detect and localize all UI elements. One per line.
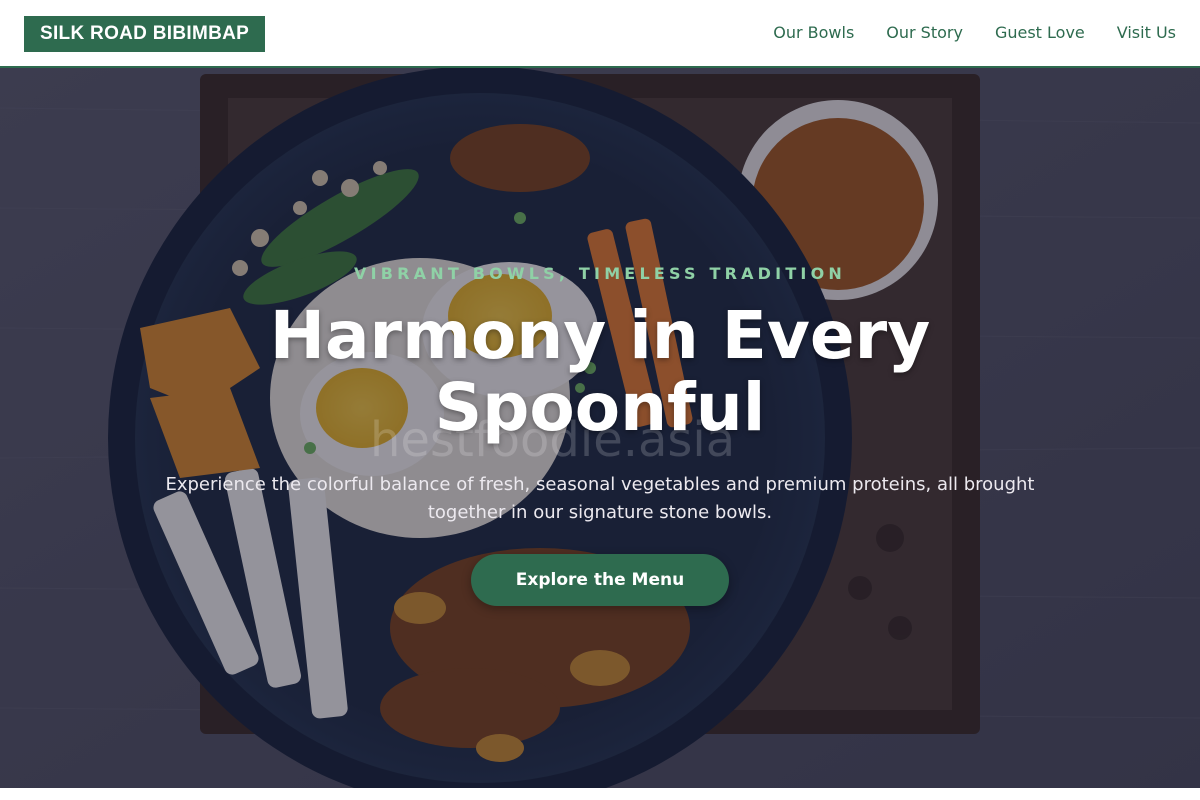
brand-logo[interactable]: SILK ROAD BIBIMBAP (24, 16, 266, 52)
main-nav: Our Bowls Our Story Guest Love Visit Us (773, 22, 1176, 44)
hero-section: hestfoodie.asia VIBRANT BOWLS, TIMELESS … (0, 68, 1200, 788)
explore-menu-button[interactable]: Explore the Menu (471, 554, 729, 606)
nav-link-our-bowls[interactable]: Our Bowls (773, 22, 854, 44)
page-bottom-edge (0, 788, 1200, 800)
hero-headline: Harmony in Every Spoonful (269, 297, 931, 446)
hero-eyebrow: VIBRANT BOWLS, TIMELESS TRADITION (354, 264, 846, 283)
hero-subtext: Experience the colorful balance of fresh… (165, 474, 1035, 523)
nav-link-guest-love[interactable]: Guest Love (995, 22, 1085, 44)
site-header: SILK ROAD BIBIMBAP Our Bowls Our Story G… (0, 0, 1200, 68)
nav-link-visit-us[interactable]: Visit Us (1117, 22, 1176, 44)
nav-link-our-story[interactable]: Our Story (886, 22, 963, 44)
